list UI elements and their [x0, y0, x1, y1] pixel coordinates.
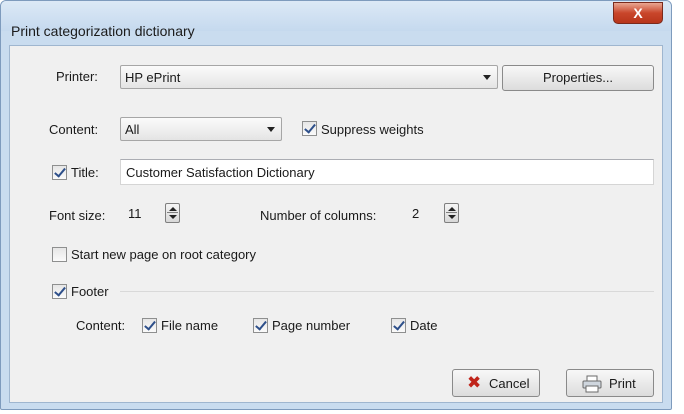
print-button[interactable]: Print — [566, 369, 654, 397]
dialog-body: Printer: HP ePrint Properties... Content… — [9, 45, 663, 403]
printer-label: Printer: — [56, 69, 98, 84]
properties-label: Properties... — [542, 70, 614, 85]
content-value: All — [125, 122, 140, 137]
columns-value[interactable]: 2 — [412, 206, 419, 221]
font-size-label: Font size: — [49, 208, 106, 223]
chevron-down-icon — [267, 127, 275, 132]
date-label: Date — [410, 318, 438, 333]
new-page-label: Start new page on root category — [71, 247, 257, 262]
print-label: Print — [609, 376, 636, 391]
file-name-label: File name — [161, 318, 219, 333]
content-select[interactable]: All — [120, 117, 282, 141]
title-input[interactable]: Customer Satisfaction Dictionary — [120, 159, 654, 185]
suppress-weights-checkbox[interactable] — [302, 121, 317, 136]
cancel-x-icon: ✖ — [467, 373, 482, 392]
title-label: Title: — [71, 165, 99, 180]
columns-stepper[interactable] — [444, 203, 459, 223]
title-bar[interactable]: Print categorization dictionary X — [1, 1, 671, 39]
page-number-label: Page number — [272, 318, 351, 333]
close-icon: X — [633, 5, 643, 21]
close-button[interactable]: X — [613, 2, 663, 24]
printer-icon — [582, 375, 602, 393]
print-dialog: Print categorization dictionary X Printe… — [0, 0, 672, 410]
printer-value: HP ePrint — [125, 70, 181, 85]
page-number-checkbox[interactable] — [253, 318, 268, 333]
dialog-title: Print categorization dictionary — [11, 23, 195, 39]
font-size-value[interactable]: 11 — [128, 206, 142, 221]
properties-button[interactable]: Properties... — [502, 65, 654, 91]
title-checkbox[interactable] — [52, 165, 67, 180]
file-name-checkbox[interactable] — [142, 318, 157, 333]
footer-content-label: Content: — [76, 318, 126, 333]
font-size-stepper[interactable] — [165, 203, 180, 223]
printer-select[interactable]: HP ePrint — [120, 65, 498, 89]
cancel-button[interactable]: ✖ Cancel — [452, 369, 540, 397]
title-value: Customer Satisfaction Dictionary — [126, 165, 315, 180]
suppress-weights-label: Suppress weights — [321, 122, 424, 137]
footer-divider — [120, 291, 654, 292]
footer-checkbox[interactable] — [52, 284, 67, 299]
new-page-checkbox[interactable] — [52, 247, 67, 262]
footer-label: Footer — [71, 284, 109, 299]
content-label: Content: — [49, 122, 99, 137]
date-checkbox[interactable] — [391, 318, 406, 333]
columns-label: Number of columns: — [260, 208, 377, 223]
chevron-down-icon — [483, 75, 491, 80]
cancel-label: Cancel — [489, 376, 530, 391]
